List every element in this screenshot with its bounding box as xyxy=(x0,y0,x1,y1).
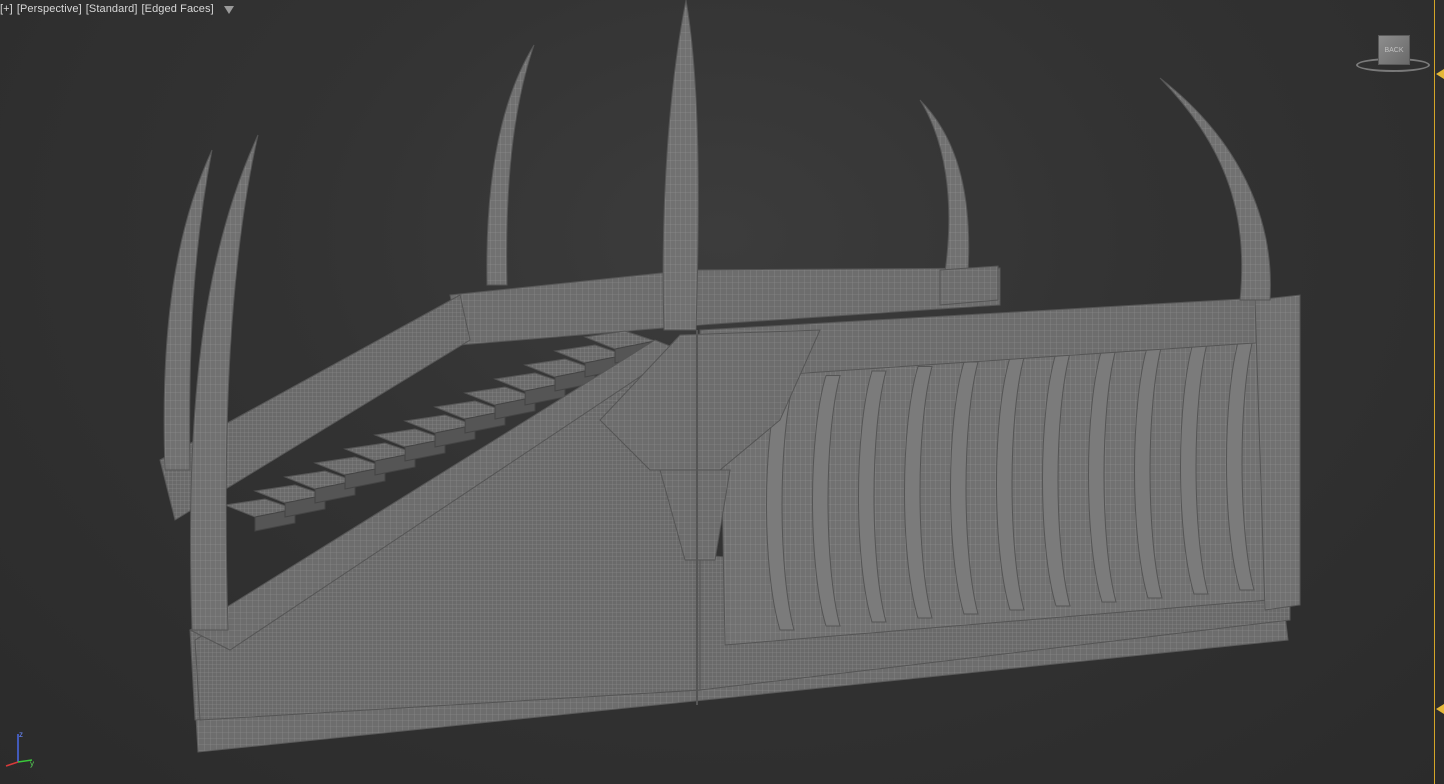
time-slider-marker-bottom[interactable] xyxy=(1436,704,1444,714)
view-type-menu[interactable]: [Perspective] xyxy=(17,3,82,15)
viewcube[interactable]: BACK xyxy=(1356,30,1432,80)
axis-x-line xyxy=(5,761,19,767)
viewport-menu-plus[interactable]: [+] xyxy=(0,3,13,15)
axis-tripod: z y xyxy=(5,730,34,768)
viewport-label-bar: [+] [Perspective] [Standard] [Edged Face… xyxy=(0,1,234,17)
axis-z-label: z xyxy=(19,730,23,739)
time-slider-marker-top[interactable] xyxy=(1436,69,1444,79)
display-mode-menu[interactable]: [Edged Faces] xyxy=(142,3,214,15)
perspective-viewport[interactable]: [+] [Perspective] [Standard] [Edged Face… xyxy=(0,0,1444,784)
viewport-right-border xyxy=(1434,0,1444,784)
shading-menu[interactable]: [Standard] xyxy=(86,3,138,15)
filter-icon[interactable] xyxy=(223,6,234,14)
scene-mesh[interactable] xyxy=(0,0,1444,784)
axis-y-label: y xyxy=(30,759,34,768)
viewcube-face[interactable]: BACK xyxy=(1378,35,1410,65)
